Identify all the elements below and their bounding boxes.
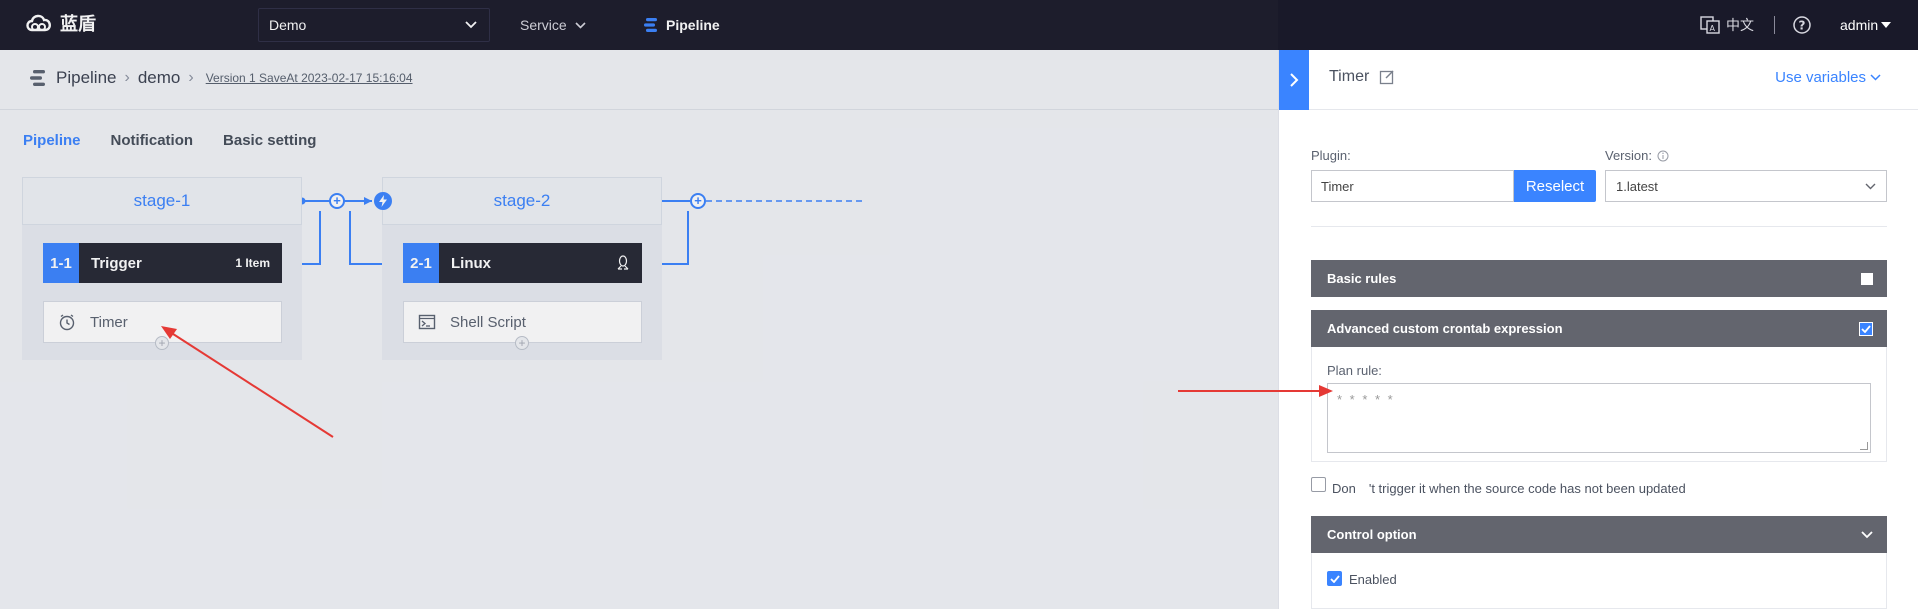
- reselect-button[interactable]: Reselect: [1514, 170, 1596, 202]
- plugin-label: Plugin:: [1311, 148, 1351, 163]
- check-icon: [1861, 324, 1871, 333]
- nav-divider: [1774, 16, 1775, 34]
- language-label: 中文: [1726, 17, 1754, 33]
- language-switch[interactable]: A 中文: [1700, 0, 1754, 50]
- user-name: admin: [1840, 17, 1879, 33]
- help-button[interactable]: ?: [1792, 15, 1812, 40]
- edit-icon[interactable]: [1379, 69, 1395, 85]
- plugin-input[interactable]: Timer: [1311, 170, 1514, 202]
- no-trigger-label[interactable]: Don 't trigger it when the source code h…: [1332, 478, 1686, 497]
- no-trigger-checkbox[interactable]: [1311, 477, 1326, 492]
- use-variables-dropdown[interactable]: Use variables: [1775, 69, 1881, 86]
- enabled-checkbox[interactable]: [1327, 571, 1342, 586]
- use-variables-label: Use variables: [1775, 69, 1866, 86]
- enabled-label[interactable]: Enabled: [1349, 572, 1397, 587]
- chevron-down-icon: [1870, 74, 1881, 81]
- caret-down-icon: [1881, 21, 1892, 28]
- modal-overlay[interactable]: [0, 0, 1278, 609]
- element-config-panel: Timer Use variables Plugin: Timer Resele…: [1278, 50, 1918, 609]
- user-menu[interactable]: admin: [1840, 0, 1892, 50]
- collapse-panel-button[interactable]: [1279, 50, 1309, 110]
- chevron-down-icon: [1861, 530, 1873, 538]
- control-option-section[interactable]: Control option: [1311, 516, 1887, 553]
- version-select-value: 1.latest: [1616, 178, 1658, 194]
- translate-icon: A: [1700, 16, 1720, 34]
- plan-rule-label: Plan rule:: [1327, 363, 1382, 378]
- basic-rules-checkbox[interactable]: [1861, 272, 1873, 285]
- help-icon: ?: [1793, 16, 1811, 34]
- section-divider: [1311, 226, 1887, 227]
- plan-rule-textarea[interactable]: * * * * *: [1327, 383, 1871, 453]
- chevron-down-icon: [1865, 183, 1876, 189]
- control-option-label: Control option: [1327, 527, 1417, 542]
- panel-header: Timer Use variables: [1309, 50, 1918, 110]
- svg-text:?: ?: [1799, 19, 1806, 33]
- control-option-body: [1311, 553, 1887, 609]
- panel-title-text: Timer: [1329, 68, 1370, 85]
- plan-rule-placeholder: * * * * *: [1337, 392, 1395, 407]
- info-icon[interactable]: [1657, 150, 1669, 162]
- version-label: Version:: [1605, 148, 1652, 163]
- version-label-wrap: Version:: [1605, 148, 1669, 163]
- panel-title: Timer: [1329, 68, 1395, 86]
- advanced-crontab-label: Advanced custom crontab expression: [1327, 321, 1563, 336]
- basic-rules-label: Basic rules: [1327, 271, 1397, 286]
- advanced-crontab-section[interactable]: Advanced custom crontab expression: [1311, 310, 1887, 347]
- resize-handle[interactable]: [1860, 442, 1868, 450]
- chevron-right-icon: [1290, 73, 1299, 87]
- version-select[interactable]: 1.latest: [1605, 170, 1887, 202]
- advanced-crontab-checkbox[interactable]: [1859, 321, 1873, 336]
- check-icon: [1329, 574, 1340, 583]
- svg-text:A: A: [1710, 24, 1716, 33]
- basic-rules-section[interactable]: Basic rules: [1311, 260, 1887, 297]
